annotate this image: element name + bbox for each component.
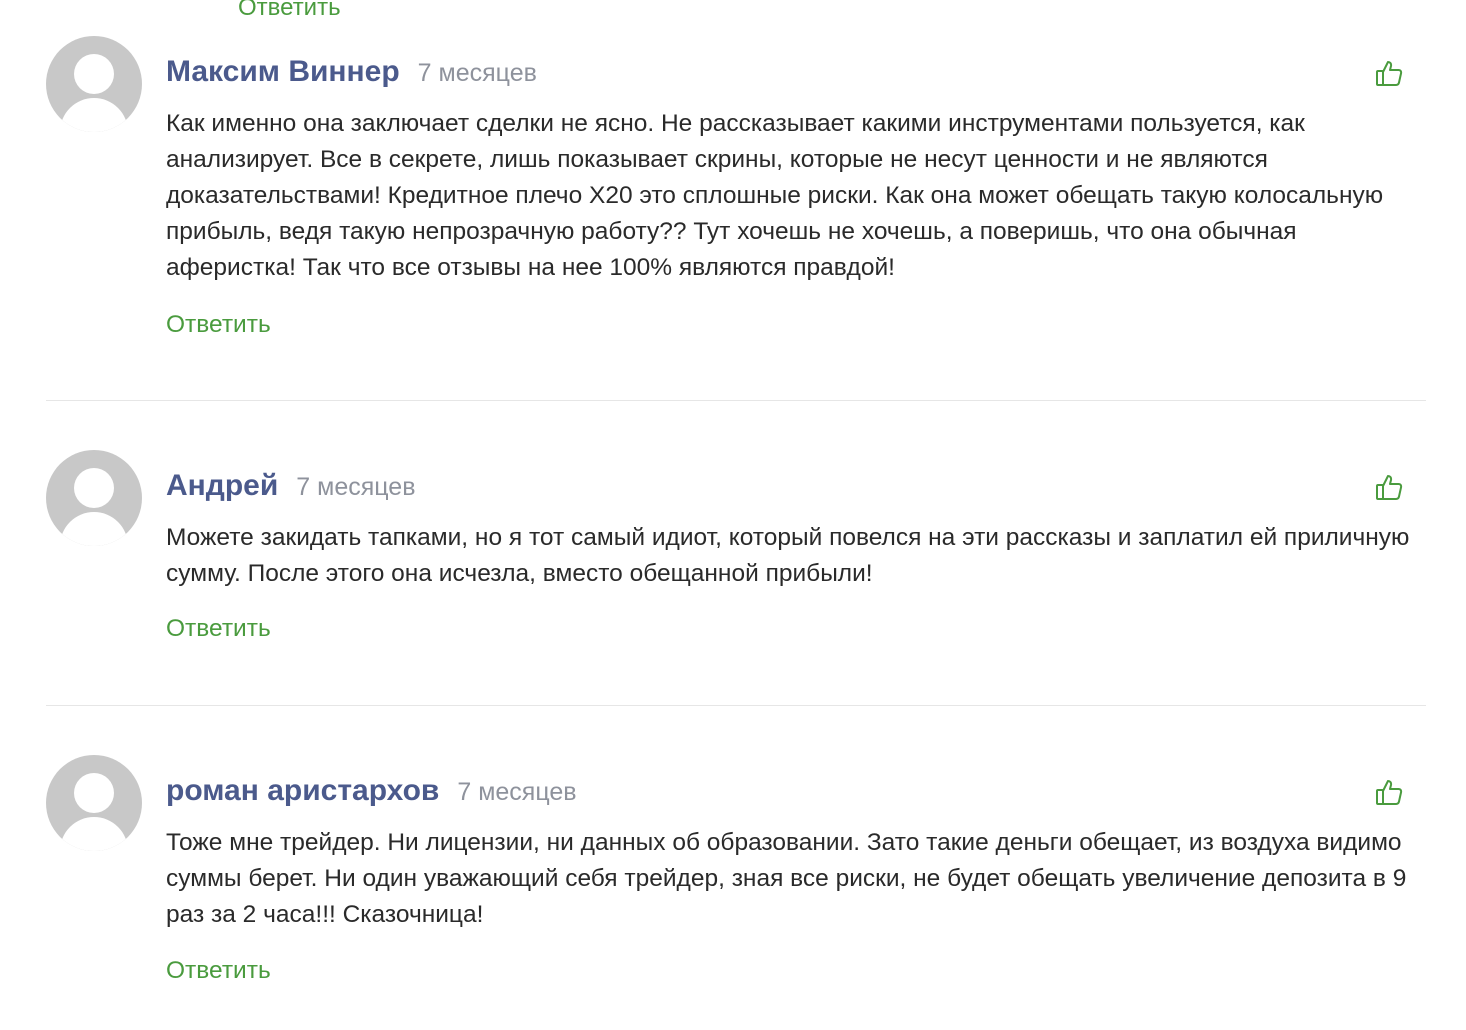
divider — [46, 705, 1426, 706]
thumbs-up-icon[interactable] — [1374, 472, 1404, 502]
thumbs-up-icon[interactable] — [1374, 58, 1404, 88]
reply-link[interactable]: Ответить — [166, 310, 271, 340]
reply-link[interactable]: Ответить — [166, 956, 271, 986]
comment-text: Как именно она заключает сделки не ясно.… — [166, 110, 1384, 281]
comment: Андрей 7 месяцев Можете закидать тапками… — [46, 450, 1426, 670]
comment-text: Тоже мне трейдер. Ни лицензии, ни данных… — [166, 829, 1407, 928]
reply-link[interactable]: Ответить — [238, 0, 341, 22]
comment-header: Андрей 7 месяцев — [166, 468, 415, 505]
comment-author[interactable]: роман аристархов — [166, 773, 439, 809]
comment-author[interactable]: Максим Виннер — [166, 54, 400, 90]
divider — [46, 400, 1426, 401]
avatar — [46, 450, 142, 546]
reply-link[interactable]: Ответить — [166, 614, 271, 644]
comment-time: 7 месяцев — [296, 473, 416, 501]
comment: Максим Виннер 7 месяцев Как именно она з… — [46, 36, 1426, 366]
comment-time: 7 месяцев — [457, 778, 577, 806]
comment-header: Максим Виннер 7 месяцев — [166, 54, 537, 91]
thumbs-up-icon[interactable] — [1374, 777, 1404, 807]
comment-text: Можете закидать тапками, но я тот самый … — [166, 524, 1410, 587]
avatar — [46, 755, 142, 851]
avatar — [46, 36, 142, 132]
comment: роман аристархов 7 месяцев Тоже мне трей… — [46, 755, 1426, 1015]
comment-author[interactable]: Андрей — [166, 468, 278, 504]
comment-header: роман аристархов 7 месяцев — [166, 773, 577, 810]
comment-time: 7 месяцев — [417, 59, 537, 87]
